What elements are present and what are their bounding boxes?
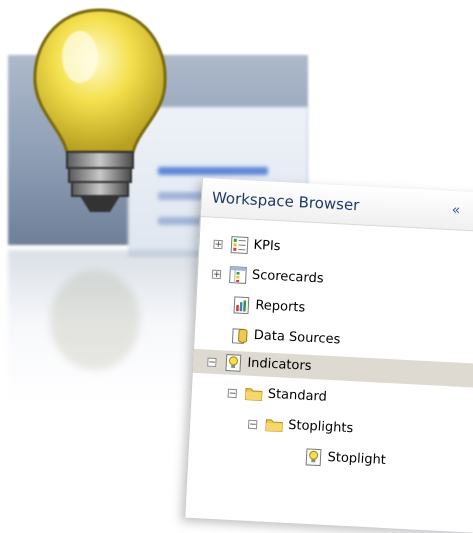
- kpi-icon: [230, 236, 249, 255]
- panel-title: Workspace Browser: [212, 189, 360, 215]
- tree-item-label: Stoplight: [327, 450, 386, 468]
- collapse-panel-button[interactable]: «: [451, 191, 460, 229]
- tree-item-stoplight[interactable]: Stoplight: [304, 445, 387, 473]
- indicator-icon: [304, 448, 323, 467]
- tree-item-reports[interactable]: Reports: [232, 293, 306, 321]
- lightbulb-reflection: [30, 250, 160, 380]
- folder-icon: [244, 385, 263, 404]
- data-source-icon: [230, 326, 249, 345]
- collapse-toggle[interactable]: −: [228, 388, 237, 397]
- tree-item-scorecards[interactable]: + Scorecards: [211, 262, 324, 292]
- tree-item-label: Scorecards: [252, 268, 324, 287]
- collapse-toggle[interactable]: −: [248, 419, 257, 428]
- tree-item-kpis[interactable]: + KPIs: [213, 232, 281, 259]
- tree-item-standard[interactable]: − Standard: [227, 381, 327, 410]
- tree-item-label: Stoplights: [288, 418, 354, 436]
- tree-item-label: Indicators: [247, 356, 312, 374]
- tree-item-data-sources[interactable]: Data Sources: [230, 323, 341, 353]
- workspace-browser-panel: Workspace Browser « + KPIs + Scorecards Re…: [184, 178, 473, 533]
- expand-toggle[interactable]: +: [213, 239, 222, 248]
- indicator-icon: [224, 353, 243, 372]
- collapse-toggle[interactable]: −: [207, 357, 216, 366]
- scorecard-icon: [229, 266, 248, 285]
- tree-item-label: KPIs: [253, 238, 281, 254]
- folder-icon: [265, 416, 284, 435]
- report-icon: [232, 296, 251, 315]
- expand-toggle[interactable]: +: [212, 269, 221, 278]
- tree-item-label: Data Sources: [253, 328, 340, 348]
- lightbulb-icon: [25, 2, 175, 217]
- tree-item-stoplights[interactable]: − Stoplights: [248, 412, 354, 441]
- tree-item-label: Standard: [267, 387, 327, 405]
- tree-item-label: Reports: [255, 298, 306, 316]
